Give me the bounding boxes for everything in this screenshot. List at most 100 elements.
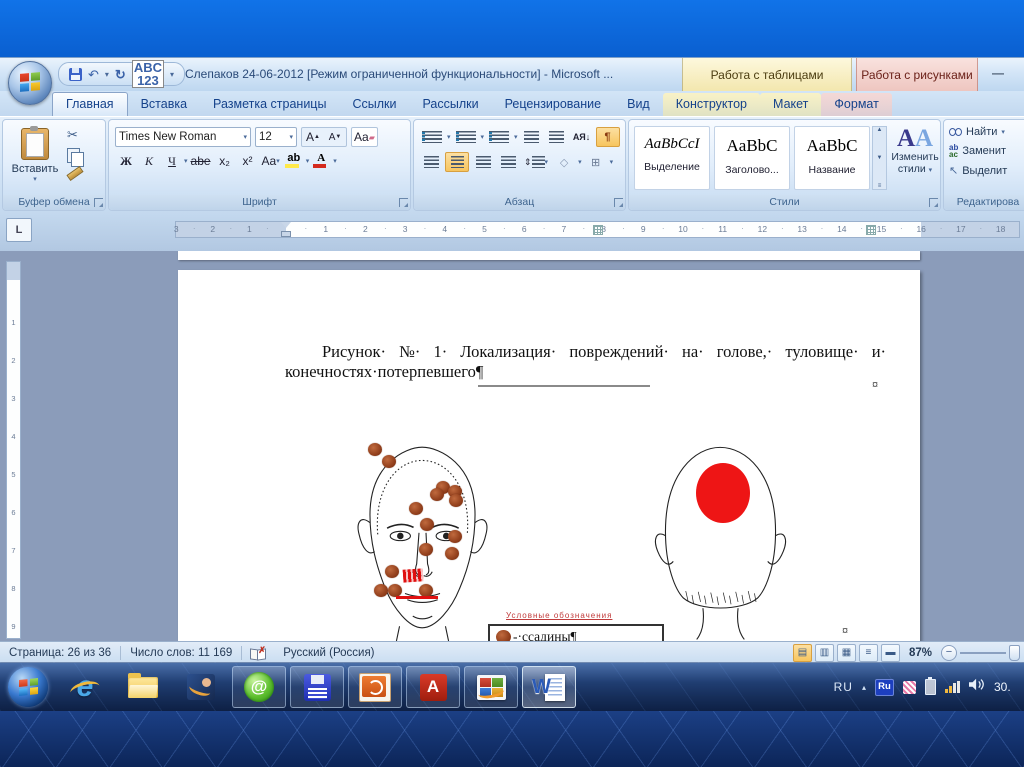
numbering-button[interactable] [454,128,478,146]
numbering-dropdown-icon[interactable]: ▾ [481,133,485,141]
shrink-font-button[interactable]: A▼ [324,128,346,146]
spelling-abc-icon[interactable]: ABC123 [132,60,164,88]
zoom-slider-thumb[interactable] [1009,645,1020,661]
font-size-combo[interactable]: 12▾ [255,127,297,147]
font-dialog-launcher[interactable] [399,198,408,207]
draft-view-button[interactable]: ▬ [881,644,900,662]
ribbon-tab[interactable]: Ссылки [339,93,409,116]
legend-box[interactable]: -·ссадины¶←·раны¶-·кровоизлияния¶ [488,624,664,641]
font-color-dropdown-icon[interactable]: ▾ [333,157,337,165]
paste-dropdown-icon[interactable]: ▾ [9,175,61,183]
font-color-button[interactable]: А [310,152,332,170]
style-card[interactable]: AaBbCНазвание [794,126,870,190]
find-button[interactable]: Найти ▾ [949,126,1007,138]
ribbon-tab[interactable]: Макет [760,93,821,116]
underline-button[interactable]: Ч [161,152,183,170]
tab-selector-button[interactable]: L [6,218,32,242]
horizontal-ruler[interactable]: 1·2·3·1·2·3·4·5·6·7·8·9·10·11·12·13·14·1… [175,221,1020,238]
indent-markers[interactable] [280,222,292,237]
style-card[interactable]: AaBbCЗаголово... [714,126,790,190]
shading-button[interactable]: ◇ [553,153,575,171]
network-signal-icon[interactable] [945,681,960,693]
office-button[interactable] [8,61,52,105]
speaker-icon[interactable] [969,678,985,696]
style-scroll-up-icon[interactable]: ▲ [877,127,883,133]
customize-qat-icon[interactable]: ▾ [170,70,174,79]
save-icon[interactable] [69,68,82,81]
grow-font-button[interactable]: A▲ [302,128,324,146]
style-gallery-expand-icon[interactable]: ≡ [878,183,882,189]
front-head-drawing[interactable] [315,441,530,641]
subscript-button[interactable]: x₂ [214,152,236,170]
bullets-dropdown-icon[interactable]: ▾ [447,133,451,141]
borders-button[interactable]: ⊞ [585,153,607,171]
ribbon-tab[interactable]: Конструктор [663,93,760,116]
table-column-marker[interactable] [593,225,603,235]
fullscreen-reading-view-button[interactable]: ▥ [815,644,834,662]
vertical-ruler[interactable]: 123456789 [6,261,21,639]
highlight-button[interactable]: ab [283,152,305,170]
taskbar-file-explorer-button[interactable] [116,666,170,708]
borders-dropdown-icon[interactable]: ▾ [610,158,614,166]
paste-button[interactable]: Вставить ▾ [9,126,61,194]
styles-dialog-launcher[interactable] [929,198,938,207]
show-formatting-marks-button[interactable]: ¶ [596,127,620,147]
spellcheck-icon[interactable] [250,648,266,659]
taskbar-photo-viewer-button[interactable] [464,666,518,708]
tray-language-text[interactable]: RU [834,680,853,694]
taskbar-graphics-app-button[interactable] [174,666,228,708]
tray-show-hidden-icons[interactable]: ▴ [862,683,866,692]
style-card[interactable]: AaBbCcIВыделение [634,126,710,190]
highlight-dropdown-icon[interactable]: ▾ [306,157,310,165]
copy-icon[interactable] [67,148,80,163]
ribbon-tab[interactable]: Рассылки [409,93,491,116]
font-name-combo[interactable]: Times New Roman▾ [115,127,251,147]
taskbar-powerpoint-button[interactable] [348,666,402,708]
style-scroll-down-icon[interactable]: ▼ [877,155,883,161]
undo-icon[interactable]: ↶ [88,68,99,81]
tray-app-icon[interactable] [903,681,916,694]
line-spacing-button[interactable]: ⇕▾ [522,153,550,171]
zoom-level[interactable]: 87% [903,647,938,659]
zoom-slider-track[interactable] [960,652,1006,654]
decrease-indent-button[interactable] [521,128,543,146]
taskbar-internet-explorer-button[interactable]: e [58,666,112,708]
style-gallery-scrollbar[interactable]: ▲ ▼ ≡ [872,126,887,190]
tray-language-badge[interactable]: Ru [875,679,894,696]
clear-formatting-button[interactable]: Aa▰ [351,127,378,147]
sort-button[interactable]: АЯ↓ [571,128,593,146]
strikethrough-button[interactable]: abe [189,152,213,170]
web-layout-view-button[interactable]: ▦ [837,644,856,662]
ribbon-tab[interactable]: Главная [52,92,128,116]
paragraph-dialog-launcher[interactable] [614,198,623,207]
replace-button[interactable]: abacЗаменит [949,144,1007,158]
taskbar-floppy-save-button[interactable] [290,666,344,708]
align-right-button[interactable] [472,153,494,171]
ribbon-tab[interactable]: Рецензирование [492,93,615,116]
taskbar-adobe-reader-button[interactable]: A [406,666,460,708]
language-indicator[interactable]: Русский (Россия) [274,647,383,659]
align-left-button[interactable] [420,153,442,171]
underline-dropdown-icon[interactable]: ▾ [184,157,188,165]
select-button[interactable]: ↖Выделит [949,164,1007,177]
ribbon-tab[interactable]: Разметка страницы [200,93,339,116]
change-case-button[interactable]: Aa▾ [260,152,282,170]
multilevel-dropdown-icon[interactable]: ▾ [514,133,518,141]
bullets-button[interactable] [420,128,444,146]
minimize-button[interactable]: — [992,66,1004,80]
taskbar-qip-button[interactable]: @ [232,666,286,708]
align-center-button[interactable] [445,152,469,172]
clock[interactable]: 30. [994,680,1022,694]
change-styles-button[interactable]: АА Изменить стили ▾ [891,126,939,175]
justify-button[interactable] [497,153,519,171]
superscript-button[interactable]: x² [237,152,259,170]
ribbon-tab[interactable]: Вид [614,93,663,116]
ribbon-tab[interactable]: Формат [821,93,891,116]
multilevel-list-button[interactable] [487,128,511,146]
clipboard-dialog-launcher[interactable] [94,198,103,207]
shading-dropdown-icon[interactable]: ▾ [578,158,582,166]
ribbon-tab[interactable]: Вставка [128,93,200,116]
italic-button[interactable]: К [138,152,160,170]
undo-dropdown-icon[interactable]: ▾ [105,70,109,79]
taskbar-start-button[interactable] [2,666,54,708]
